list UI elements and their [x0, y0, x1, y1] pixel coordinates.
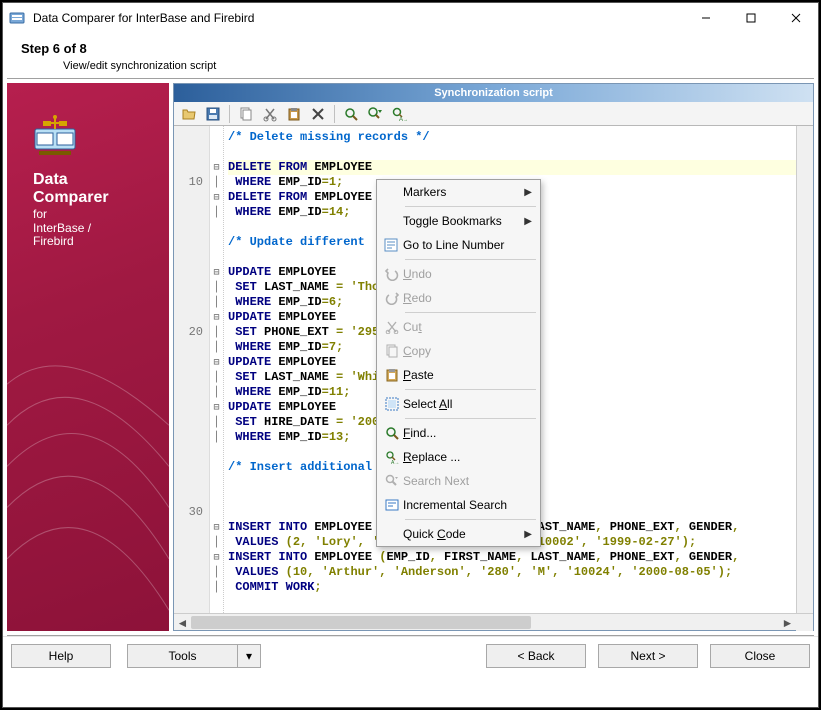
- redo-icon: [381, 291, 403, 305]
- select-all-icon: [381, 397, 403, 411]
- ctx-label: Search Next: [403, 474, 532, 488]
- minimize-button[interactable]: [683, 3, 728, 33]
- ctx-cut[interactable]: Cut: [377, 315, 540, 339]
- product-sub-line2: InterBase /: [33, 221, 91, 235]
- submenu-arrow-icon: ▶: [524, 216, 532, 227]
- footer: Help Tools ▾ < Back Next > Close: [3, 636, 818, 674]
- close-button[interactable]: [773, 3, 818, 33]
- context-menu: Markers ▶ Toggle Bookmarks ▶ Go to Line …: [376, 179, 541, 547]
- copy-icon[interactable]: [235, 104, 257, 124]
- editor-toolbar: A→B: [174, 102, 813, 126]
- back-button[interactable]: < Back: [486, 644, 586, 668]
- copy-icon: [381, 344, 403, 358]
- button-label: Close: [745, 649, 776, 663]
- ctx-label: Paste: [403, 368, 532, 382]
- ctx-search-next[interactable]: Search Next: [377, 469, 540, 493]
- find-icon[interactable]: [340, 104, 362, 124]
- next-button[interactable]: Next >: [598, 644, 698, 668]
- product-name-line1: Data: [33, 171, 169, 189]
- ctx-label: Toggle Bookmarks: [403, 214, 524, 228]
- ctx-find[interactable]: Find...: [377, 421, 540, 445]
- product-sub-line1: for: [33, 207, 47, 221]
- app-window: Data Comparer for InterBase and Firebird…: [2, 2, 819, 708]
- scroll-right-button[interactable]: ►: [779, 614, 796, 631]
- ctx-label: Select All: [403, 397, 532, 411]
- ctx-quick-code[interactable]: Quick Code ▶: [377, 522, 540, 546]
- panel-title: Synchronization script: [174, 84, 813, 102]
- delete-icon[interactable]: [307, 104, 329, 124]
- ctx-copy[interactable]: Copy: [377, 339, 540, 363]
- product-name-line2: Comparer: [33, 189, 169, 207]
- ctx-label: Copy: [403, 344, 532, 358]
- chevron-down-icon: ▾: [246, 649, 252, 663]
- paste-icon: [381, 368, 403, 382]
- titlebar: Data Comparer for InterBase and Firebird: [3, 3, 818, 33]
- cut-icon: [381, 320, 403, 334]
- line-number-gutter: 10 20 30: [174, 126, 210, 613]
- ctx-label: Undo: [403, 267, 532, 281]
- button-label: Help: [49, 649, 74, 663]
- tools-dropdown-button[interactable]: ▾: [237, 644, 261, 668]
- ctx-label: Find...: [403, 426, 532, 440]
- paste-icon[interactable]: [283, 104, 305, 124]
- ctx-select-all[interactable]: Select All: [377, 392, 540, 416]
- ctx-label: Cut: [403, 320, 532, 334]
- close-wizard-button[interactable]: Close: [710, 644, 810, 668]
- maximize-button[interactable]: [728, 3, 773, 33]
- ctx-label: Markers: [403, 185, 524, 199]
- product-sub-line3: Firebird: [33, 234, 74, 248]
- svg-text:A→B: A→B: [399, 117, 407, 122]
- ctx-replace[interactable]: A→B Replace ...: [377, 445, 540, 469]
- step-title: Step 6 of 8: [3, 33, 818, 58]
- ctx-toggle-bookmarks[interactable]: Toggle Bookmarks ▶: [377, 209, 540, 233]
- save-icon[interactable]: [202, 104, 224, 124]
- cut-icon[interactable]: [259, 104, 281, 124]
- horizontal-scrollbar[interactable]: [191, 614, 779, 630]
- vertical-scrollbar[interactable]: [796, 126, 813, 613]
- help-button[interactable]: Help: [11, 644, 111, 668]
- submenu-arrow-icon: ▶: [524, 529, 532, 540]
- ctx-incremental-search[interactable]: Incremental Search: [377, 493, 540, 517]
- ctx-undo[interactable]: Undo: [377, 262, 540, 286]
- fold-gutter: ⊟│ ⊟│ ⊟││ ⊟││ ⊟││ ⊟││ ⊟│ ⊟││: [210, 126, 224, 613]
- find-next-icon[interactable]: [364, 104, 386, 124]
- find-icon: [381, 426, 403, 440]
- search-next-icon: [381, 474, 403, 488]
- ctx-paste[interactable]: Paste: [377, 363, 540, 387]
- replace-icon[interactable]: A→B: [388, 104, 410, 124]
- line-number: 30: [174, 505, 207, 520]
- incremental-search-icon: [381, 498, 403, 512]
- scroll-left-button[interactable]: ◄: [174, 614, 191, 631]
- app-icon: [9, 10, 25, 26]
- ctx-label: Go to Line Number: [403, 238, 532, 252]
- ctx-label: Replace ...: [403, 450, 532, 464]
- ctx-label: Incremental Search: [403, 498, 532, 512]
- sidebar: Data Comparer for InterBase / Firebird: [7, 83, 169, 631]
- window-title: Data Comparer for InterBase and Firebird: [33, 11, 683, 25]
- product-icon: [31, 113, 79, 161]
- line-number: 20: [174, 325, 207, 340]
- ctx-label: Quick Code: [403, 527, 524, 541]
- step-subtitle: View/edit synchronization script: [3, 58, 818, 78]
- ctx-goto-line[interactable]: Go to Line Number: [377, 233, 540, 257]
- button-label: < Back: [517, 649, 554, 663]
- ctx-label: Redo: [403, 291, 532, 305]
- button-label: Tools: [168, 649, 196, 663]
- button-label: Next >: [630, 649, 665, 663]
- goto-line-icon: [381, 238, 403, 252]
- open-icon[interactable]: [178, 104, 200, 124]
- replace-icon: A→B: [381, 450, 403, 464]
- ctx-markers[interactable]: Markers ▶: [377, 180, 540, 204]
- undo-icon: [381, 267, 403, 281]
- svg-text:A→B: A→B: [391, 460, 399, 464]
- ctx-redo[interactable]: Redo: [377, 286, 540, 310]
- submenu-arrow-icon: ▶: [524, 187, 532, 198]
- line-number: 10: [174, 175, 207, 190]
- tools-button[interactable]: Tools: [127, 644, 237, 668]
